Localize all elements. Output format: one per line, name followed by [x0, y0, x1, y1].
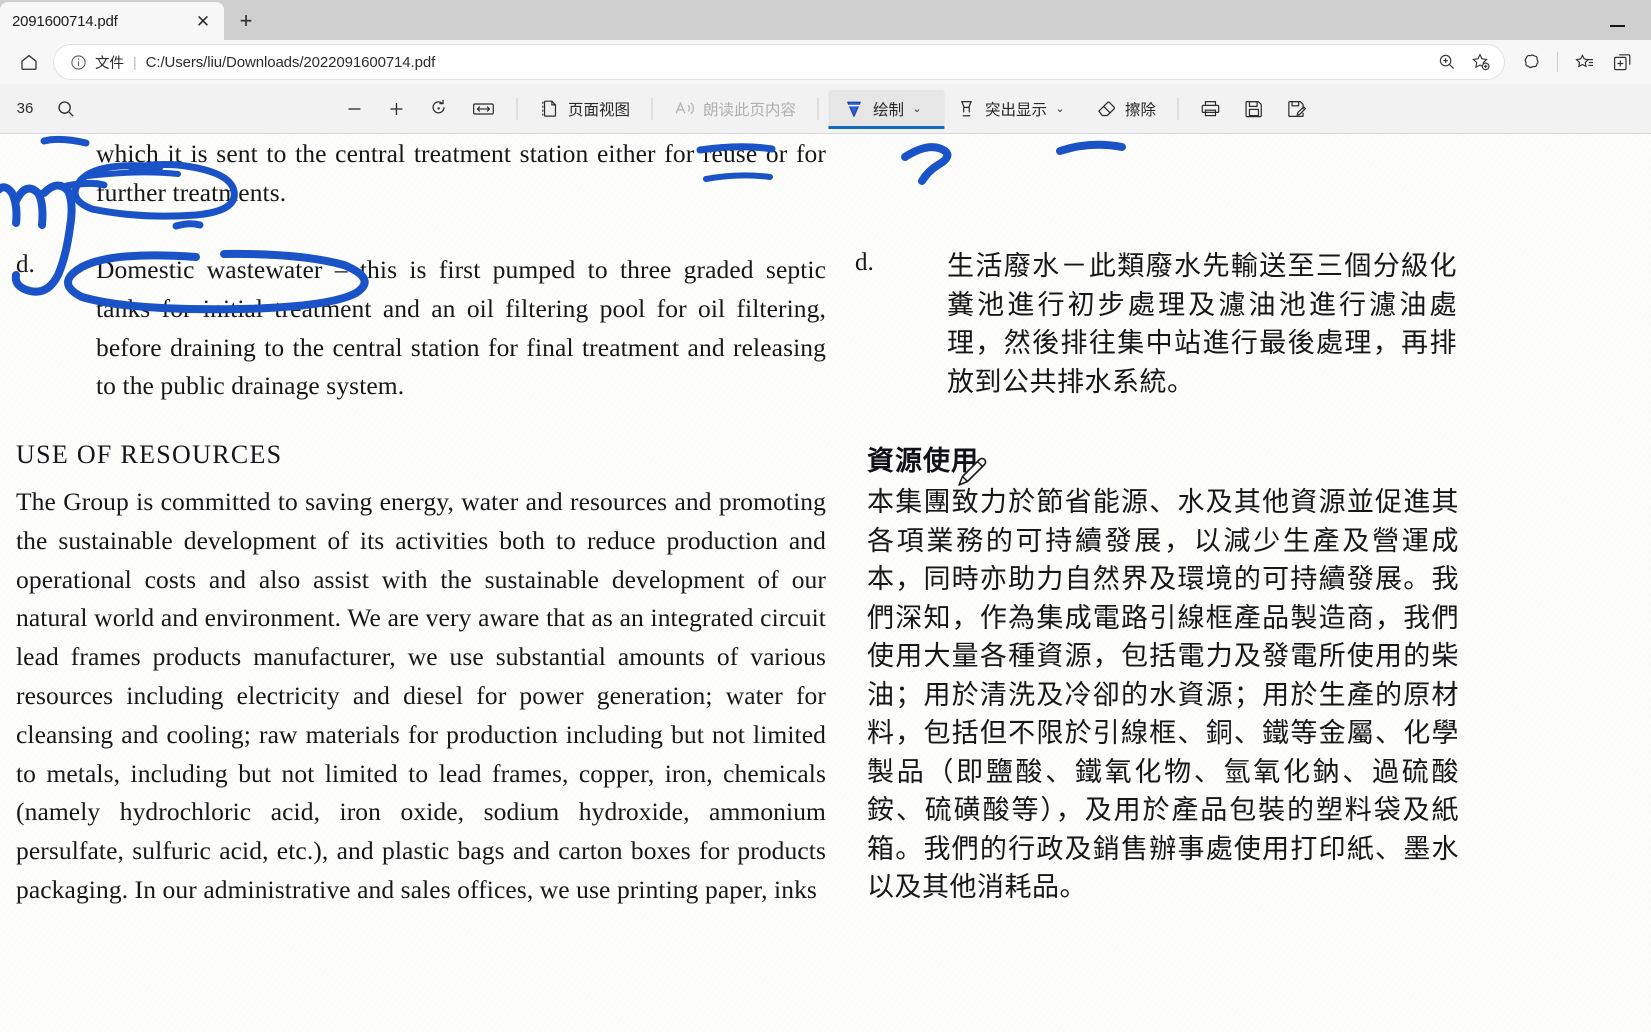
save-as-icon: [1286, 98, 1307, 119]
browser-toolbar-right: [1504, 45, 1641, 79]
collections-icon[interactable]: [1512, 45, 1550, 79]
search-icon[interactable]: [46, 91, 86, 127]
favorites-list-icon[interactable]: [1565, 45, 1603, 79]
rotate-button[interactable]: [417, 90, 460, 128]
pdf-toolbar-center: 页面视图 朗读此页内容 绘制 ⌄ 突出显示 ⌄ 擦除: [333, 84, 1318, 134]
page-number-indicator[interactable]: 36: [8, 100, 42, 117]
add-favorite-star-icon[interactable]: [1464, 47, 1498, 77]
fit-to-width-icon: [471, 99, 495, 119]
save-icon: [1243, 98, 1264, 119]
print-button[interactable]: [1188, 90, 1232, 128]
english-section-heading: USE OF RESOURCES: [16, 440, 283, 469]
address-bar[interactable]: 文件 | C:/Users/liu/Downloads/202209160071…: [54, 45, 1504, 79]
chevron-down-icon[interactable]: ⌄: [1047, 90, 1073, 128]
window-controls: [1597, 0, 1651, 40]
pdf-page: which it is sent to the central treatmen…: [0, 135, 1651, 1032]
minus-icon: [344, 99, 364, 119]
browser-tab-pdf[interactable]: 2091600714.pdf ✕: [0, 2, 224, 40]
chinese-item-d-text: 生活廢水－此類廢水先輸送至三個分級化糞池進行初步處理及濾油池進行濾油處理，然後排…: [947, 251, 1457, 397]
toolbar-divider: [1557, 52, 1558, 72]
pdf-viewport[interactable]: which it is sent to the central treatmen…: [0, 135, 1651, 1032]
draw-button[interactable]: 绘制 ⌄: [827, 89, 945, 129]
tab-strip: 2091600714.pdf ✕ +: [0, 0, 1651, 40]
home-icon[interactable]: [10, 45, 48, 79]
tab-title: 2091600714.pdf: [12, 12, 118, 30]
chinese-section-heading: 資源使用: [867, 446, 979, 476]
toolbar-divider: [816, 97, 818, 120]
new-tab-button[interactable]: +: [224, 2, 268, 40]
erase-button[interactable]: 擦除: [1084, 90, 1167, 128]
highlight-button[interactable]: 突出显示 ⌄: [944, 90, 1084, 128]
toolbar-divider: [1177, 97, 1179, 120]
draw-label: 绘制: [872, 101, 905, 119]
close-icon[interactable]: ✕: [190, 8, 216, 34]
rotate-icon: [428, 98, 449, 119]
toolbar-divider: [515, 97, 517, 120]
english-continued-paragraph: which it is sent to the central treatmen…: [96, 139, 826, 207]
save-button[interactable]: [1232, 90, 1275, 128]
read-aloud-button[interactable]: 朗读此页内容: [662, 90, 807, 128]
read-aloud-label: 朗读此页内容: [702, 101, 796, 119]
highlighter-icon: [955, 98, 977, 120]
fit-to-width-button[interactable]: [460, 90, 506, 128]
eraser-icon: [1095, 98, 1117, 120]
page-view-icon: [538, 98, 560, 119]
plus-icon: [386, 99, 406, 119]
pdf-toolbar-left: 36: [0, 91, 86, 127]
chevron-down-icon[interactable]: ⌄: [904, 90, 930, 128]
browser-toolbar: 文件 | C:/Users/liu/Downloads/202209160071…: [0, 40, 1651, 84]
zoom-in-button[interactable]: [375, 90, 417, 128]
print-icon: [1199, 98, 1221, 119]
chinese-body-paragraph: 本集團致力於節省能源、水及其他資源並促進其各項業務的可持續發展，以減少生產及營運…: [867, 487, 1459, 902]
split-screen-icon[interactable]: [1603, 45, 1641, 79]
english-item-marker-d: d.: [16, 251, 35, 278]
pdf-toolbar: 36 页面视图 朗读此页内容 绘制 ⌄ 突出显示 ⌄ 擦除: [0, 84, 1651, 134]
page-view-label: 页面视图: [567, 101, 630, 119]
minimize-icon[interactable]: [1597, 5, 1637, 35]
english-body-paragraph: The Group is committed to saving energy,…: [16, 487, 826, 904]
english-item-d-text: Domestic wastewater – this is first pump…: [96, 255, 826, 401]
info-circle-icon[interactable]: [68, 52, 88, 72]
highlight-label: 突出显示: [985, 101, 1048, 119]
omnibox-separator: |: [133, 54, 137, 70]
read-aloud-icon: [673, 98, 695, 119]
toolbar-divider: [650, 97, 652, 120]
save-as-button[interactable]: [1275, 90, 1318, 128]
erase-label: 擦除: [1125, 101, 1157, 119]
url-scheme-label: 文件: [95, 55, 124, 72]
chinese-item-marker-d: d.: [855, 249, 874, 276]
pen-nib-icon: [842, 98, 865, 120]
zoom-out-button[interactable]: [333, 90, 375, 128]
page-view-button[interactable]: 页面视图: [527, 90, 641, 128]
url-text[interactable]: C:/Users/liu/Downloads/2022091600714.pdf: [146, 54, 1430, 71]
zoom-in-icon[interactable]: [1430, 47, 1464, 77]
